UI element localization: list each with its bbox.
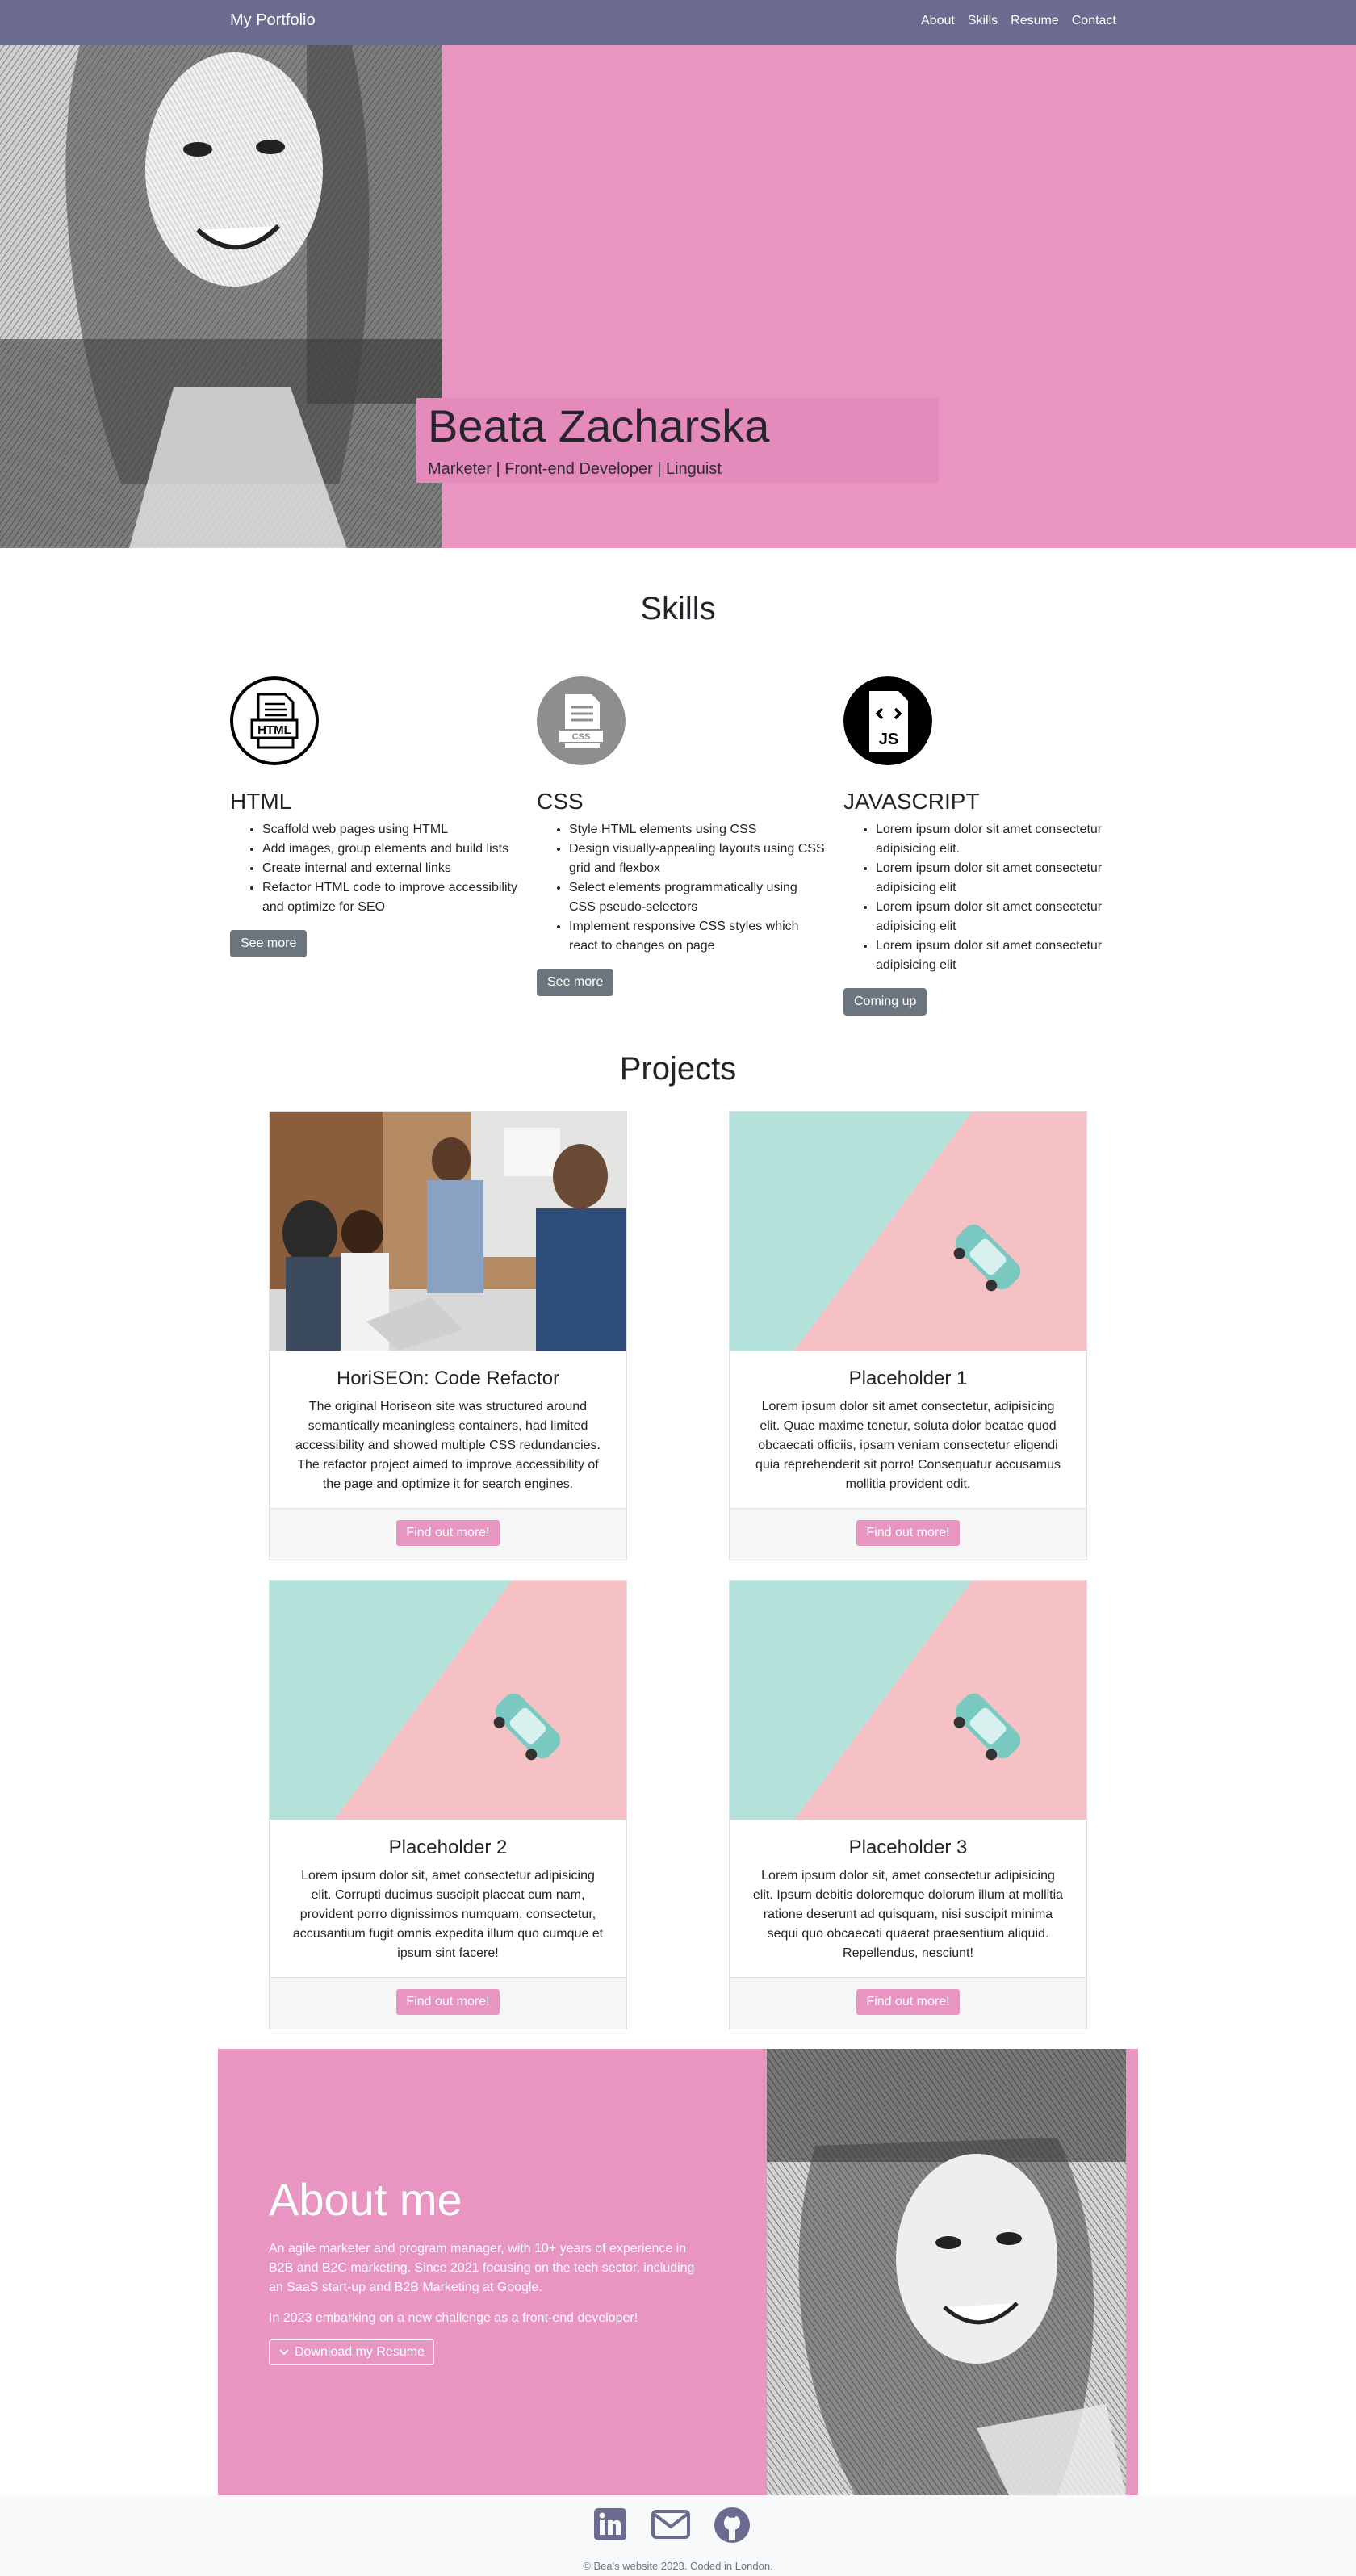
list-item: Lorem ipsum dolor sit amet consectetur a… xyxy=(876,820,1134,859)
hero-subtitle: Marketer | Front-end Developer | Linguis… xyxy=(428,460,722,478)
find-out-more-button[interactable]: Find out more! xyxy=(396,1520,500,1546)
coming-up-button[interactable]: Coming up xyxy=(843,988,927,1016)
list-item: Add images, group elements and build lis… xyxy=(262,840,521,859)
project-card: Placeholder 1 Lorem ipsum dolor sit amet… xyxy=(729,1111,1087,1560)
skill-html: HTML HTML Scaffold web pages using HTML … xyxy=(230,676,521,957)
list-item: Design visually-appealing layouts using … xyxy=(569,840,827,878)
toy-car-placeholder xyxy=(730,1581,1086,1820)
skill-javascript: JS JAVASCRIPT Lorem ipsum dolor sit amet… xyxy=(843,676,1134,1016)
card-footer: Find out more! xyxy=(730,1508,1086,1560)
find-out-more-button[interactable]: Find out more! xyxy=(396,1989,500,2015)
about-portrait-photo xyxy=(767,2049,1126,2495)
about-title: About me xyxy=(269,2174,462,2225)
nav-link-resume[interactable]: Resume xyxy=(1011,14,1059,28)
email-icon[interactable] xyxy=(651,2507,691,2548)
project-card: Placeholder 3 Lorem ipsum dolor sit, ame… xyxy=(729,1580,1087,2029)
social-links xyxy=(592,2507,751,2548)
list-item: Implement responsive CSS styles which re… xyxy=(569,917,827,956)
card-footer: Find out more! xyxy=(730,1977,1086,2029)
card-title: Placeholder 2 xyxy=(388,1837,508,1858)
html-file-icon: HTML xyxy=(230,676,319,765)
about-section: About me An agile marketer and program m… xyxy=(218,2049,1138,2495)
list-item: Create internal and external links xyxy=(262,859,521,878)
nav-link-skills[interactable]: Skills xyxy=(968,14,998,28)
github-icon[interactable] xyxy=(714,2507,751,2548)
brand-link[interactable]: My Portfolio xyxy=(230,11,316,30)
toy-car-placeholder xyxy=(730,1112,1086,1351)
chevron-down-icon xyxy=(279,2349,289,2356)
svg-text:JS: JS xyxy=(879,731,898,748)
nav-links: About Skills Resume Contact xyxy=(921,14,1116,28)
nav-link-about[interactable]: About xyxy=(921,14,955,28)
list-item: Style HTML elements using CSS xyxy=(569,820,827,840)
card-text: Lorem ipsum dolor sit, amet consectetur … xyxy=(752,1869,1064,1960)
skill-title: HTML xyxy=(230,789,292,814)
list-item: Lorem ipsum dolor sit amet consectetur a… xyxy=(876,898,1134,936)
card-text: Lorem ipsum dolor sit, amet consectetur … xyxy=(292,1869,604,1960)
toy-car-placeholder xyxy=(270,1581,626,1820)
card-footer: Find out more! xyxy=(270,1508,626,1560)
card-text: Lorem ipsum dolor sit amet consectetur, … xyxy=(755,1400,1061,1491)
list-item: Lorem ipsum dolor sit amet consectetur a… xyxy=(876,859,1134,898)
card-title: Placeholder 3 xyxy=(848,1837,968,1858)
copyright-text: © Bea's website 2023. Coded in London. xyxy=(583,2560,773,2572)
about-text: An agile marketer and program manager, w… xyxy=(269,2242,695,2294)
skill-list: Scaffold web pages using HTML Add images… xyxy=(230,820,521,917)
linkedin-icon[interactable] xyxy=(592,2507,628,2548)
hero-section: Beata Zacharska Marketer | Front-end Dev… xyxy=(0,0,1356,548)
hero-portrait-photo xyxy=(0,0,442,548)
list-item: Select elements programmatically using C… xyxy=(569,878,827,917)
card-footer: Find out more! xyxy=(270,1977,626,2029)
nav-link-contact[interactable]: Contact xyxy=(1072,14,1116,28)
list-item: Refactor HTML code to improve accessibil… xyxy=(262,878,521,917)
list-item: Lorem ipsum dolor sit amet consectetur a… xyxy=(876,936,1134,975)
navbar: My Portfolio About Skills Resume Contact xyxy=(0,0,1356,45)
card-title: Placeholder 1 xyxy=(848,1368,968,1389)
download-resume-button[interactable]: Download my Resume xyxy=(269,2339,434,2365)
svg-text:CSS: CSS xyxy=(572,732,591,742)
skill-css: CSS CSS Style HTML elements using CSS De… xyxy=(537,676,827,996)
svg-text:HTML: HTML xyxy=(257,723,291,737)
skill-list: Style HTML elements using CSS Design vis… xyxy=(537,820,827,956)
skill-title: JAVASCRIPT xyxy=(843,789,980,814)
find-out-more-button[interactable]: Find out more! xyxy=(856,1989,960,2015)
list-item: Scaffold web pages using HTML xyxy=(262,820,521,840)
footer: © Bea's website 2023. Coded in London. xyxy=(0,2495,1356,2576)
js-file-icon: JS xyxy=(843,676,932,765)
skill-title: CSS xyxy=(537,789,584,814)
projects-title: Projects xyxy=(619,1051,737,1087)
hero-name: Beata Zacharska xyxy=(428,400,770,451)
skill-list: Lorem ipsum dolor sit amet consectetur a… xyxy=(843,820,1134,975)
project-card: HoriSEOn: Code Refactor The original Hor… xyxy=(269,1111,627,1560)
skills-title: Skills xyxy=(640,591,716,626)
team-meeting-photo xyxy=(270,1112,626,1351)
see-more-button[interactable]: See more xyxy=(537,969,614,996)
card-title: HoriSEOn: Code Refactor xyxy=(336,1368,560,1389)
project-card: Placeholder 2 Lorem ipsum dolor sit, ame… xyxy=(269,1580,627,2029)
see-more-button[interactable]: See more xyxy=(230,930,308,957)
download-resume-label: Download my Resume xyxy=(295,2345,425,2359)
card-text: The original Horiseon site was structure… xyxy=(295,1400,601,1491)
find-out-more-button[interactable]: Find out more! xyxy=(856,1520,960,1546)
hero-title-box: Beata Zacharska Marketer | Front-end Dev… xyxy=(416,398,939,483)
about-text-2: In 2023 embarking on a new challenge as … xyxy=(269,2311,638,2325)
css-file-icon: CSS xyxy=(537,676,626,765)
